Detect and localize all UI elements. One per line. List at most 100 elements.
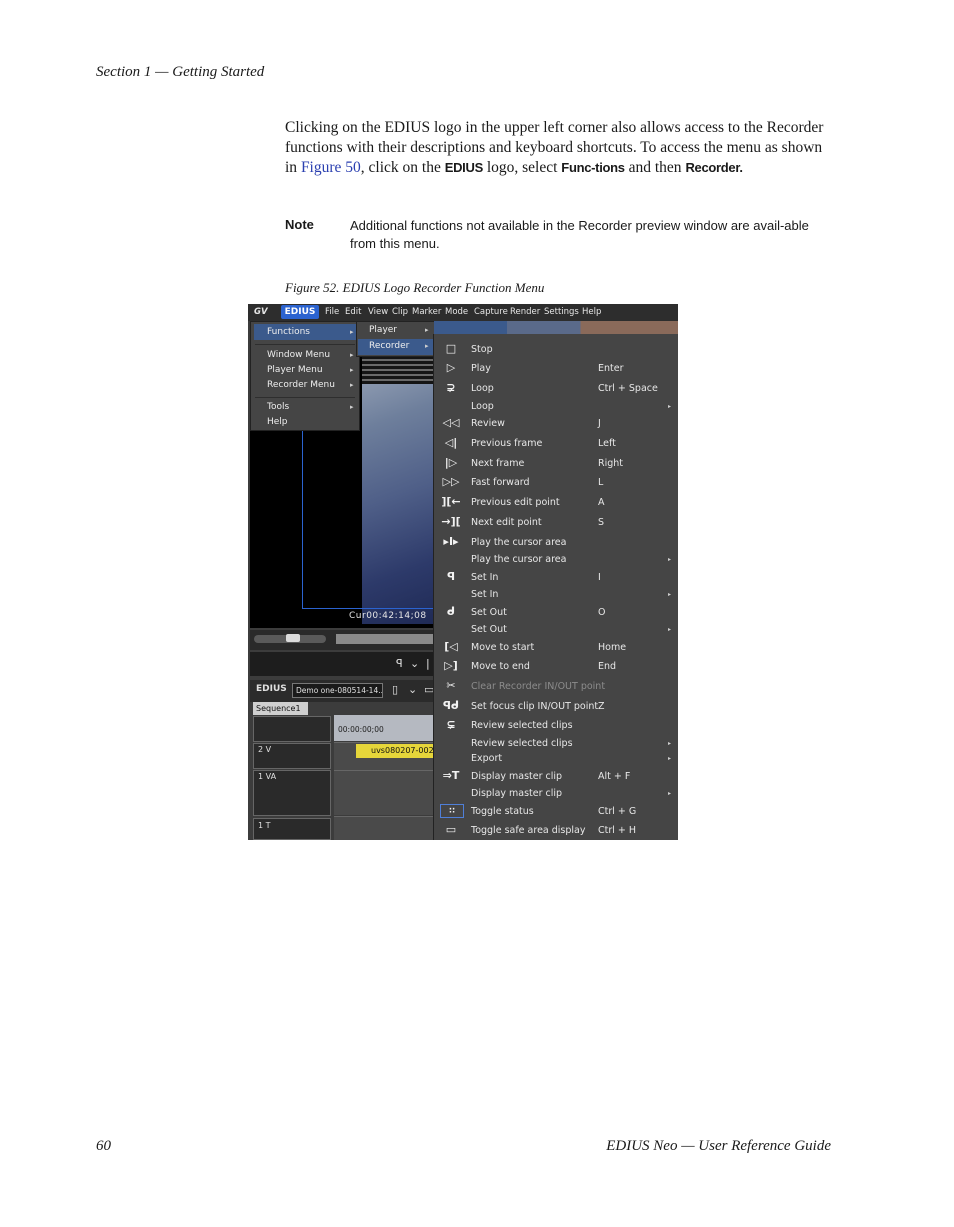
recorder-menu-item[interactable]: Export [471, 753, 502, 764]
recorder-menu-item[interactable]: Previous edit point [471, 497, 560, 508]
menu-marker[interactable]: Marker [412, 307, 441, 317]
submenu-arrow-icon: ▸ [668, 626, 672, 633]
submenu-arrow-icon: ▸ [668, 556, 672, 563]
submenu-arrow-icon: ▸ [350, 381, 354, 389]
track-lane[interactable] [334, 770, 438, 815]
review-selected-clips-icon: ⊊ [446, 718, 456, 731]
recorder-menu-item[interactable]: Play [471, 363, 491, 374]
chevron-down-icon[interactable]: ⌄ [410, 657, 419, 670]
move-to-start-icon: [◁ [444, 640, 458, 653]
loop-icon: ⊋ [446, 381, 456, 394]
submenu-arrow-icon: ▸ [668, 403, 672, 410]
recorder-menu-item[interactable]: Play the cursor area [471, 554, 566, 565]
recorder-menu-item[interactable]: Set Out [471, 624, 507, 635]
menu-mode[interactable]: Mode [445, 307, 468, 317]
figure-link[interactable]: Figure 50 [301, 159, 361, 176]
body-paragraph: Clicking on the EDIUS logo in the upper … [285, 118, 833, 178]
track-label: 2 V [258, 745, 272, 754]
menu-item-window-menu[interactable]: Window Menu [267, 350, 330, 360]
figure-caption: Figure 52. EDIUS Logo Recorder Function … [285, 280, 545, 295]
recorder-menu-item[interactable]: Set focus clip IN/OUT point [471, 701, 598, 712]
track-lane[interactable] [334, 816, 438, 840]
shortcut-key: J [598, 418, 601, 429]
note-label: Note [285, 217, 314, 232]
shortcut-key: Left [598, 438, 616, 449]
submenu-arrow-icon: ▸ [350, 366, 354, 374]
recorder-menu-item[interactable]: Set Out [471, 607, 507, 618]
recorder-menu-item[interactable]: Review selected clips [471, 720, 573, 731]
set-out-icon: ᑯ [446, 605, 456, 618]
fast-forward-icon: ▷▷ [442, 475, 460, 488]
recorder-menu-item[interactable]: Stop [471, 344, 493, 355]
toggle-status-icon: ∷ [440, 804, 464, 818]
recorder-menu-item[interactable]: Fast forward [471, 477, 530, 488]
set-in-icon[interactable]: ꟼ [396, 657, 403, 670]
toggle-safe-area-icon: ▭ [445, 823, 457, 836]
edius-logo-button[interactable]: EDIUS [281, 305, 319, 319]
submenu-arrow-icon: ▸ [668, 591, 672, 598]
recorder-menu-item[interactable]: Next edit point [471, 517, 542, 528]
recorder-menu-item[interactable]: Loop [471, 401, 494, 412]
text-run: , click on the [360, 159, 445, 176]
recorder-menu-item[interactable]: Review selected clips [471, 738, 573, 749]
menu-settings[interactable]: Settings [544, 307, 579, 317]
note-text: Additional functions not available in th… [350, 218, 809, 251]
menu-item-player-menu[interactable]: Player Menu [267, 365, 323, 375]
set-out-icon[interactable]: | [426, 657, 430, 670]
recorder-menu-item[interactable]: Previous frame [471, 438, 542, 449]
recorder-menu-item[interactable]: Toggle safe area display [471, 825, 585, 836]
submenu-arrow-icon: ▸ [350, 351, 354, 359]
recorder-title-strip [434, 321, 678, 335]
timeline-edius-logo[interactable]: EDIUS [256, 684, 287, 694]
previous-frame-icon: ◁| [444, 436, 458, 449]
set-focus-clip-icon: ꟼᑯ [442, 699, 460, 712]
menu-help[interactable]: Help [582, 307, 601, 317]
recorder-menu-item: Clear Recorder IN/OUT point [471, 681, 606, 692]
edius-screenshot: GV EDIUS File Edit View Clip Marker Mode… [248, 304, 678, 840]
menu-item-functions[interactable]: Functions [267, 327, 310, 337]
recorder-menu-item[interactable]: Display master clip [471, 788, 562, 799]
previous-edit-point-icon: ][← [441, 495, 461, 508]
menu-item-recorder-menu[interactable]: Recorder Menu [267, 380, 335, 390]
move-to-end-icon: ▷] [444, 659, 458, 672]
chevron-down-icon[interactable]: ⌄ [408, 683, 417, 696]
recorder-menu-item[interactable]: Move to end [471, 661, 530, 672]
recorder-menu-item[interactable]: Play the cursor area [471, 537, 566, 548]
recorder-menu-item[interactable]: Review [471, 418, 505, 429]
recorder-menu-item[interactable]: Display master clip [471, 771, 562, 782]
gv-logo[interactable]: GV [254, 307, 268, 317]
sequence-tab[interactable]: Sequence1 [253, 702, 308, 715]
shortcut-key: Ctrl + G [598, 806, 637, 817]
recorder-menu-item[interactable]: Move to start [471, 642, 534, 653]
menu-clip[interactable]: Clip [392, 307, 408, 317]
bold-functions: Func-tions [561, 160, 625, 175]
menu-capture[interactable]: Capture [474, 307, 508, 317]
track-label: 1 T [258, 821, 271, 830]
menu-render[interactable]: Render [510, 307, 540, 317]
menu-item-help[interactable]: Help [267, 417, 288, 427]
recorder-menu-item[interactable]: Toggle status [471, 806, 534, 817]
project-name-field[interactable]: Demo one-080514-14... [292, 683, 383, 698]
menu-item-tools[interactable]: Tools [267, 402, 289, 412]
new-sequence-icon[interactable]: ▯ [392, 683, 398, 696]
track-label: 1 VA [258, 772, 277, 781]
menu-item-recorder[interactable]: Recorder [369, 341, 409, 351]
shortcut-key: Ctrl + Space [598, 383, 658, 394]
shortcut-key: A [598, 497, 605, 508]
recorder-menu-item[interactable]: Next frame [471, 458, 524, 469]
shortcut-key: Z [598, 701, 605, 712]
recorder-menu-item[interactable]: Loop [471, 383, 494, 394]
menu-file[interactable]: File [325, 307, 339, 317]
recorder-menu-item[interactable]: Set In [471, 572, 498, 583]
menu-edit[interactable]: Edit [345, 307, 361, 317]
shuttle-knob[interactable] [286, 634, 300, 642]
menu-view[interactable]: View [368, 307, 388, 317]
play-icon: ▷ [446, 361, 456, 374]
recorder-menu-item[interactable]: Set In [471, 589, 498, 600]
position-bar[interactable] [336, 634, 436, 644]
menu-separator [255, 397, 355, 398]
submenu-arrow-icon: ▸ [668, 755, 672, 762]
edius-logo-menu: Functions ▸ Window Menu ▸ Player Menu ▸ … [250, 321, 360, 431]
bold-edius: EDIUS [444, 160, 484, 175]
menu-item-player[interactable]: Player [369, 325, 397, 335]
